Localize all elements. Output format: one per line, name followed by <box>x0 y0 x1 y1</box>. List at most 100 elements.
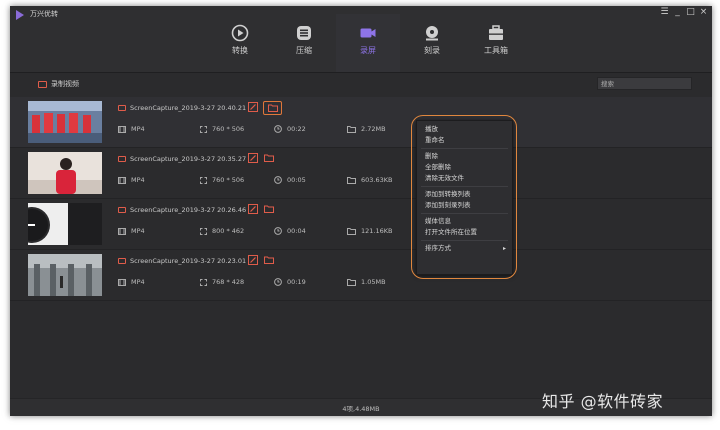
clock-icon <box>274 227 282 235</box>
resize-icon <box>200 278 207 286</box>
resolution-info: 768 * 428 <box>200 278 244 286</box>
duration-text: 00:04 <box>287 227 306 235</box>
resolution-info: 800 * 462 <box>200 227 244 235</box>
size-text: 603.63KB <box>361 176 393 184</box>
file-name: ScreenCapture_2019-3-27 20.26.46 <box>118 206 246 214</box>
file-name-text: ScreenCapture_2019-3-27 20.35.27 <box>130 155 247 163</box>
size-info: 603.63KB <box>347 176 392 184</box>
close-button[interactable]: × <box>699 7 708 17</box>
edit-icon <box>248 255 258 265</box>
tab-toolbox[interactable]: 工具箱 <box>464 14 528 72</box>
tab-compress[interactable]: 压缩 <box>272 14 336 72</box>
edit-icon <box>248 153 258 163</box>
toolbox-icon <box>489 25 503 40</box>
resolution-text: 760 * 506 <box>212 125 245 133</box>
highlight-ring <box>411 115 517 279</box>
duration-info: 00:22 <box>274 125 306 133</box>
tab-record-label: 录屏 <box>360 46 376 55</box>
list-item[interactable]: ScreenCapture_2019-3-27 20.23.01 MP4 768… <box>10 250 712 301</box>
resolution-info: 760 * 506 <box>200 176 244 184</box>
app-window: 万兴优转 ☰ _ □ × 转换 压缩 录屏 刻录 工具箱 录制视频 搜索 Scr… <box>10 6 712 416</box>
app-title: 万兴优转 <box>30 10 58 18</box>
edit-icon <box>248 102 258 112</box>
minimize-button[interactable]: _ <box>673 7 682 17</box>
title-bar: 万兴优转 ☰ _ □ × 转换 压缩 录屏 刻录 工具箱 <box>10 6 712 74</box>
video-thumbnail[interactable] <box>28 254 102 296</box>
size-text: 121.16KB <box>361 227 393 235</box>
video-file-icon <box>118 258 126 264</box>
size-text: 1.05MB <box>361 278 386 286</box>
file-name-text: ScreenCapture_2019-3-27 20.23.01 <box>130 257 247 265</box>
open-folder-button[interactable] <box>263 254 275 266</box>
tab-toolbox-label: 工具箱 <box>484 46 508 55</box>
list-item[interactable]: ScreenCapture_2019-3-27 20.26.46 MP4 800… <box>10 199 712 250</box>
video-camera-icon <box>360 28 376 38</box>
main-nav: 转换 压缩 录屏 刻录 工具箱 <box>208 14 528 74</box>
tab-convert[interactable]: 转换 <box>208 14 272 72</box>
video-file-icon <box>118 207 126 213</box>
duration-text: 00:22 <box>287 125 306 133</box>
folder-icon <box>267 104 278 112</box>
resize-icon <box>200 176 207 184</box>
menu-icon[interactable]: ☰ <box>660 7 669 17</box>
format-text: MP4 <box>131 125 145 133</box>
folder-size-icon <box>347 278 356 286</box>
video-file-icon <box>118 156 126 162</box>
edit-button[interactable] <box>247 152 259 164</box>
play-circle-icon <box>231 24 249 42</box>
row-actions <box>247 101 282 115</box>
folder-icon <box>264 205 274 213</box>
folder-size-icon <box>347 125 356 133</box>
clock-icon <box>274 125 282 133</box>
edit-button[interactable] <box>247 254 259 266</box>
size-text: 2.72MB <box>361 125 386 133</box>
tab-burn[interactable]: 刻录 <box>400 14 464 72</box>
row-actions <box>247 152 275 164</box>
list-item[interactable]: ScreenCapture_2019-3-27 20.35.27 MP4 760… <box>10 148 712 199</box>
list-item[interactable]: ScreenCapture_2019-3-27 20.40.21 MP4 760… <box>10 97 712 148</box>
resolution-info: 760 * 506 <box>200 125 244 133</box>
resolution-text: 800 * 462 <box>212 227 245 235</box>
watermark: 知乎 @软件砖家 <box>542 392 664 411</box>
format-text: MP4 <box>131 227 145 235</box>
open-folder-button[interactable] <box>263 101 282 115</box>
maximize-button[interactable]: □ <box>686 7 695 17</box>
recording-list: ScreenCapture_2019-3-27 20.40.21 MP4 760… <box>10 97 712 301</box>
resize-icon <box>200 227 207 235</box>
tab-convert-label: 转换 <box>232 46 248 55</box>
size-info: 121.16KB <box>347 227 392 235</box>
open-folder-button[interactable] <box>263 152 275 164</box>
edit-button[interactable] <box>247 101 259 113</box>
folder-icon <box>264 154 274 162</box>
format-info: MP4 <box>118 278 145 286</box>
resolution-text: 760 * 506 <box>212 176 245 184</box>
video-thumbnail[interactable] <box>28 101 102 143</box>
app-logo-icon <box>16 10 24 20</box>
search-input[interactable]: 搜索 <box>597 77 692 90</box>
toolbar: 录制视频 搜索 <box>10 73 712 97</box>
folder-size-icon <box>347 176 356 184</box>
open-folder-button[interactable] <box>263 203 275 215</box>
clock-icon <box>274 176 282 184</box>
duration-text: 00:19 <box>287 278 306 286</box>
disc-icon <box>426 26 438 41</box>
edit-button[interactable] <box>247 203 259 215</box>
file-name-text: ScreenCapture_2019-3-27 20.26.46 <box>130 206 247 214</box>
file-name: ScreenCapture_2019-3-27 20.40.21 <box>118 104 246 112</box>
video-thumbnail[interactable] <box>28 203 102 245</box>
resize-icon <box>200 125 207 133</box>
tab-record[interactable]: 录屏 <box>336 14 400 74</box>
clock-icon <box>274 278 282 286</box>
video-thumbnail[interactable] <box>28 152 102 194</box>
file-name: ScreenCapture_2019-3-27 20.35.27 <box>118 155 246 163</box>
format-text: MP4 <box>131 176 145 184</box>
format-info: MP4 <box>118 176 145 184</box>
format-info: MP4 <box>118 125 145 133</box>
size-info: 1.05MB <box>347 278 386 286</box>
tab-compress-label: 压缩 <box>296 46 312 55</box>
duration-text: 00:05 <box>287 176 306 184</box>
file-name: ScreenCapture_2019-3-27 20.23.01 <box>118 257 246 265</box>
film-icon <box>118 125 126 133</box>
record-video-button[interactable]: 录制视频 <box>38 79 79 89</box>
film-icon <box>118 278 126 286</box>
